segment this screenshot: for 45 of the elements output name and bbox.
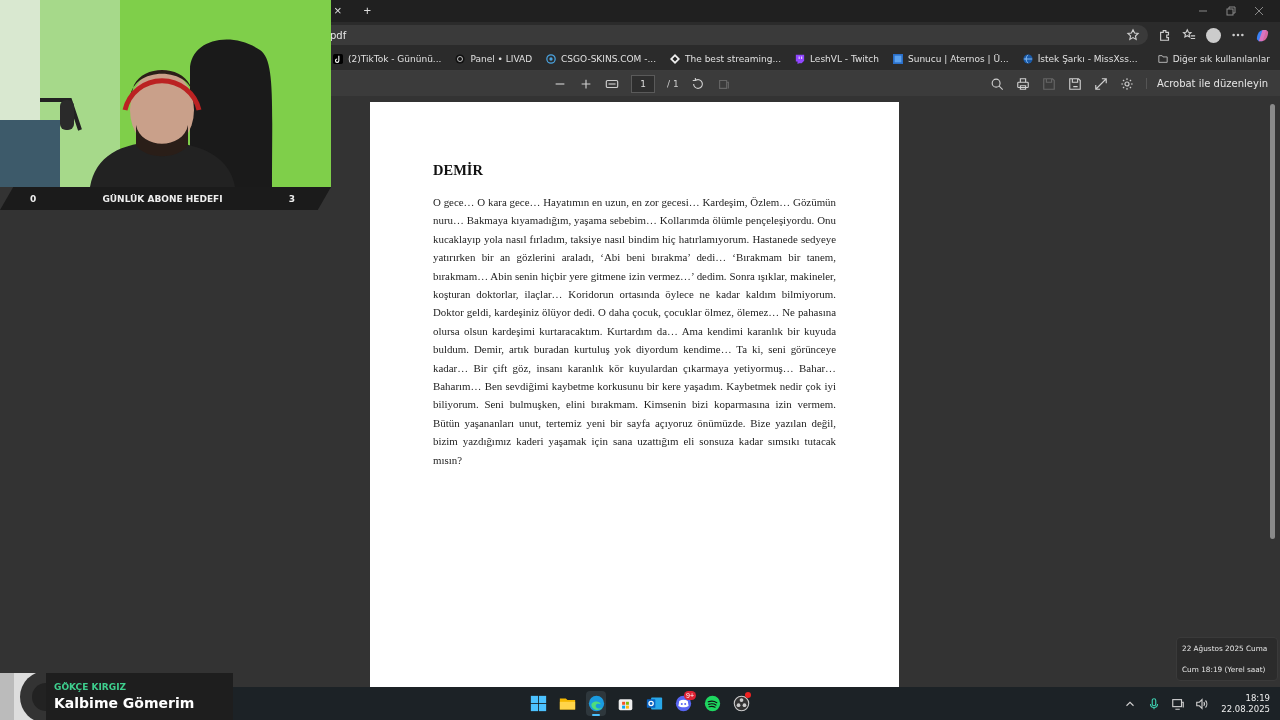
save-as-icon[interactable] — [1067, 76, 1082, 91]
bookmark-link[interactable]: İstek Şarkı - MissXss... — [1022, 54, 1138, 64]
expand-icon[interactable] — [1093, 76, 1108, 91]
monitor-icon[interactable] — [1171, 696, 1186, 711]
chat-bubble-icon — [795, 54, 805, 64]
swirl-logo-icon[interactable] — [1255, 27, 1270, 43]
goal-target: 3 — [288, 193, 295, 204]
favorites-icon[interactable] — [1182, 28, 1196, 42]
page-number-field[interactable]: 1 — [631, 74, 655, 93]
search-icon[interactable] — [989, 76, 1004, 91]
document-title: DEMİR — [433, 162, 483, 179]
close-icon[interactable] — [1254, 6, 1264, 16]
address-field[interactable]: pdf — [330, 25, 1148, 45]
clock[interactable]: 18:19 22.08.2025 — [1219, 692, 1272, 715]
bookmark-folder[interactable]: Diğer sık kullanılanlar — [1157, 54, 1270, 64]
bookmark-link[interactable]: Sunucu | Aternos | Ü... — [893, 54, 1009, 64]
bookmark-link[interactable]: Panel • LIVAD — [455, 54, 533, 64]
bookmark-link[interactable]: The best streaming... — [670, 54, 781, 64]
music-note-icon — [333, 54, 343, 64]
folder-icon — [1157, 54, 1168, 64]
profile-avatar[interactable] — [1206, 27, 1221, 43]
settings-icon[interactable] — [1119, 76, 1134, 91]
tile-icon — [893, 54, 903, 64]
rotate-icon[interactable] — [690, 76, 705, 91]
restore-icon[interactable] — [1226, 6, 1236, 16]
star-icon[interactable] — [1126, 28, 1140, 42]
bookmark-link[interactable]: LeshVL - Twitch — [795, 54, 879, 64]
puzzle-icon[interactable] — [1158, 28, 1172, 42]
goal-count: 0 — [30, 193, 37, 204]
target-icon — [546, 54, 557, 64]
new-tab-button[interactable]: + — [359, 2, 376, 20]
document-paragraph: O gece… O kara gece… Hayatımın en uzun, en zor gecesi… Kardeşim, Özlem… Gözümün nuru… Bakmaya kıyamadığım, yaşama sebebim… Kollarımda ölümle pençeleşiyordu. Onu kucaklayıp yola nasıl fırladım, taksiye nasıl bindim hiç hatırlamıyorum. Hastanede sedyeye yatırırken bir an gözlerini araladı, ‘Abi beni bırakma’ dedi… ‘Bırakmam bir tanem, bırakmam… Abin senin hiçbir yere gitmene izin vermez…’ dedim. Sonra ışıklar, makineler, koşturan doktorlar, ilaçlar… Koridorun ortasında öylece ne kadar kaldım bilmiyorum. Doktor geldi, kardeşiniz ölüyor dedi. O daha çocuk, çocuklar ölmez, ölemez… Ne pahasına olursa olsun kardeşimi kurtaracaktım. Kurtardım da… Ama kendimi karanlık bir kuyuda buldum. Demir, artık buradan kurtuluş yok diyordum kendime… Ta ki, seni görünceye kadar… Bir çift göz, insanı karanlık kör kuyulardan çıkarmaya yetiyormuş… Bahar… Baharım… Ben sevdiğimi kaybetme korkusunu bir kere yaşadım. Kaybetmek nedir çok iyi biliyorum. Seni bulmuşken, elini bırakmam. Kimsenin bizi koparmasına izin vermem. Bütün yaşananları unut, tertemiz yeni bir sayfa açıyoruz önümüzde. Bize yazılan değil, bizim yazdığımız kaderi yaşamak için sana uzattığım eli sonsuza kadar sımsıkı tutacak mısın? — [433, 195, 836, 468]
bookmark-link[interactable]: CSGO-SKINS.COM -... — [546, 54, 657, 64]
printer-icon[interactable] — [1015, 76, 1030, 91]
bookmark-link[interactable]: (2)TikTok - Gününü... — [333, 54, 442, 64]
globe-icon — [1022, 54, 1033, 64]
tab-close-button[interactable]: × — [330, 2, 346, 20]
goal-label: GÜNLÜK ABONE HEDEFI — [102, 193, 223, 204]
edit-button[interactable]: Acrobat ile düzenleyin — [1145, 78, 1268, 89]
speaker-icon[interactable] — [1195, 696, 1210, 711]
scrollbar-thumb[interactable] — [1270, 104, 1275, 539]
page-count: / 1 — [667, 78, 679, 89]
song-title: Kalbime Gömerim — [54, 695, 195, 711]
diamond-icon — [670, 54, 681, 64]
artist-name: GÖKÇE KIRGIZ — [54, 682, 127, 692]
